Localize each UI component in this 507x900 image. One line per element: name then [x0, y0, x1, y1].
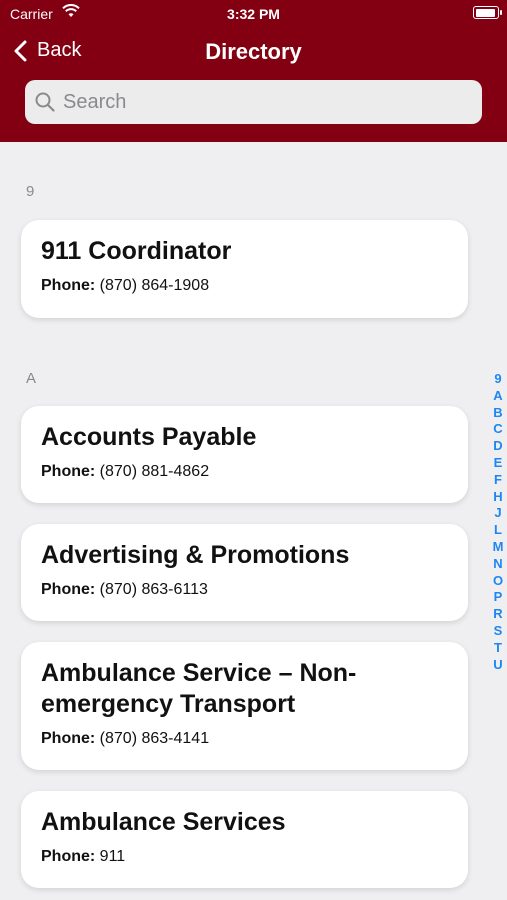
phone-label: Phone:: [41, 848, 96, 865]
entry-name: Advertising & Promotions: [41, 541, 350, 569]
phone-number: (870) 864-1908: [99, 277, 210, 294]
entry-name: 911 Coordinator: [41, 237, 232, 265]
directory-entry[interactable]: Ambulance Services Phone: 911: [21, 791, 468, 888]
entry-phone: Phone: (870) 864-1908: [41, 277, 448, 295]
search-input[interactable]: [61, 89, 445, 115]
nav-header: Carrier 3:32 PM Back Directory: [0, 0, 507, 142]
phone-number: (870) 863-4141: [99, 730, 210, 747]
entry-name: Ambulance Service – Non-emergency Transp…: [41, 659, 357, 718]
section-index[interactable]: 9 A B C D E F H J L M N O P R S T U: [489, 371, 507, 673]
entry-phone: Phone: 911: [41, 848, 448, 866]
phone-label: Phone:: [41, 730, 96, 747]
status-time: 3:32 PM: [227, 6, 280, 22]
nav-bar: Back Directory: [0, 35, 507, 69]
phone-number: 911: [99, 848, 126, 865]
battery-icon: [473, 6, 502, 19]
entry-phone: Phone: (870) 863-6113: [41, 581, 448, 599]
index-letter[interactable]: D: [489, 438, 507, 455]
index-letter[interactable]: M: [489, 539, 507, 556]
section-header-9: 9: [26, 183, 35, 200]
entry-phone: Phone: (870) 863-4141: [41, 730, 448, 748]
index-letter[interactable]: L: [489, 522, 507, 539]
index-letter[interactable]: A: [489, 388, 507, 405]
phone-number: (870) 863-6113: [99, 581, 208, 598]
index-letter[interactable]: H: [489, 489, 507, 506]
index-letter[interactable]: O: [489, 573, 507, 590]
page-title: Directory: [205, 39, 302, 64]
index-letter[interactable]: N: [489, 556, 507, 573]
index-letter[interactable]: S: [489, 623, 507, 640]
search-icon: [35, 92, 55, 112]
phone-label: Phone:: [41, 277, 96, 294]
index-letter[interactable]: U: [489, 657, 507, 674]
status-bar: Carrier 3:32 PM: [0, 0, 507, 28]
entry-phone: Phone: (870) 881-4862: [41, 463, 448, 481]
directory-entry[interactable]: Advertising & Promotions Phone: (870) 86…: [21, 524, 468, 621]
index-letter[interactable]: F: [489, 472, 507, 489]
directory-entry[interactable]: 911 Coordinator Phone: (870) 864-1908: [21, 220, 468, 318]
index-letter[interactable]: E: [489, 455, 507, 472]
index-letter[interactable]: B: [489, 405, 507, 422]
index-letter[interactable]: 9: [489, 371, 507, 388]
index-letter[interactable]: C: [489, 421, 507, 438]
section-header-a: A: [26, 370, 37, 387]
phone-label: Phone:: [41, 581, 96, 598]
phone-label: Phone:: [41, 463, 96, 480]
search-bar[interactable]: [25, 80, 482, 124]
directory-entry[interactable]: Ambulance Service – Non-emergency Transp…: [21, 642, 468, 770]
directory-entry[interactable]: Accounts Payable Phone: (870) 881-4862: [21, 406, 468, 503]
index-letter[interactable]: P: [489, 589, 507, 606]
entry-name: Accounts Payable: [41, 423, 257, 451]
entry-name: Ambulance Services: [41, 808, 286, 836]
index-letter[interactable]: R: [489, 606, 507, 623]
index-letter[interactable]: J: [489, 505, 507, 522]
index-letter[interactable]: T: [489, 640, 507, 657]
phone-number: (870) 881-4862: [99, 463, 210, 480]
